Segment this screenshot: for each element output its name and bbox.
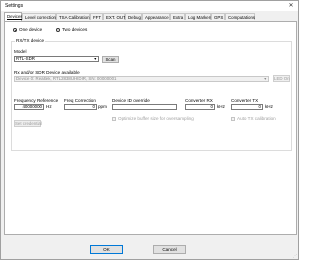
device-id-override-input[interactable]: [112, 104, 177, 110]
converter-tx-input[interactable]: 0: [231, 104, 263, 110]
freq-correction-label: Freq Correction: [64, 98, 96, 103]
rx-tx-device-title: RX/TX device: [15, 38, 46, 43]
tab-tsa-calibration[interactable]: TSA Calibration: [56, 13, 90, 20]
rx-sdr-select[interactable]: Device 0: Realtek, RTL2838UHIDIR, SN: 00…: [14, 76, 269, 82]
cancel-button[interactable]: Cancel: [153, 245, 186, 254]
tab-ext-out[interactable]: EXT. OUT: [103, 13, 126, 20]
tab-strip: Devices Level correction TSA Calibration…: [4, 12, 298, 21]
rx-sdr-value: Device 0: Realtek, RTL2838UHIDIR, SN: 00…: [16, 76, 117, 81]
freq-correction-input[interactable]: 0: [64, 104, 97, 110]
resize-grip-icon[interactable]: ⋰: [293, 253, 297, 258]
ok-button[interactable]: OK: [90, 245, 123, 254]
tab-appearance[interactable]: Appearance: [142, 13, 170, 20]
device-id-override-label: Device ID override: [112, 98, 150, 103]
rx-sdr-label: Rx and/or SDR Device available: [14, 70, 80, 75]
converter-rx-label: Converter RX: [185, 98, 213, 103]
tab-level-correction[interactable]: Level correction: [22, 13, 56, 20]
set-credential-button[interactable]: Set credential: [14, 120, 42, 127]
one-device-radio[interactable]: [13, 28, 17, 32]
chevron-down-icon: ▼: [93, 57, 97, 61]
model-label: Model: [14, 49, 27, 54]
auto-tx-calibration-checkbox[interactable]: [231, 117, 235, 121]
tab-gps[interactable]: GPS: [211, 13, 225, 20]
close-icon[interactable]: ✕: [287, 2, 295, 10]
settings-window: Settings ✕ Devices Level correction TSA …: [0, 0, 299, 260]
optimize-buffer-label: Optimize buffer size for oversampling: [118, 116, 194, 121]
tab-devices[interactable]: Devices: [4, 12, 23, 21]
model-value: RTL-SDR: [16, 56, 35, 61]
model-select[interactable]: RTL-SDR ▼: [14, 56, 99, 62]
two-devices-label: Two devices: [62, 27, 88, 32]
tab-computations[interactable]: Computations: [225, 13, 255, 20]
tab-extra[interactable]: Extra: [170, 13, 185, 20]
led-on-button[interactable]: LED On: [273, 75, 290, 82]
converter-rx-unit: kHz: [217, 104, 225, 109]
auto-tx-calibration-label: Auto TX calibration: [237, 116, 276, 121]
freq-ref-label: Frequency Reference: [14, 98, 59, 103]
freq-ref-input[interactable]: 40000000: [14, 104, 44, 110]
tab-log-markers[interactable]: Log Markers: [185, 13, 212, 20]
converter-tx-label: Converter TX: [231, 98, 259, 103]
optimize-buffer-checkbox[interactable]: [112, 117, 116, 121]
scan-button[interactable]: Scan: [102, 56, 119, 63]
window-title: Settings: [5, 3, 24, 9]
tab-fft[interactable]: FFT: [90, 13, 103, 20]
tab-debug[interactable]: Debug: [125, 13, 142, 20]
devices-panel: One device Two devices RX/TX device Mode…: [4, 21, 297, 235]
chevron-down-icon: ▼: [263, 77, 267, 81]
one-device-label: One device: [19, 27, 43, 32]
converter-tx-unit: kHz: [265, 104, 273, 109]
freq-correction-unit: ppm: [98, 104, 107, 109]
converter-rx-input[interactable]: 0: [185, 104, 215, 110]
two-devices-radio[interactable]: [56, 28, 60, 32]
title-bar: Settings ✕: [1, 1, 298, 11]
freq-ref-unit: Hz: [46, 104, 52, 109]
